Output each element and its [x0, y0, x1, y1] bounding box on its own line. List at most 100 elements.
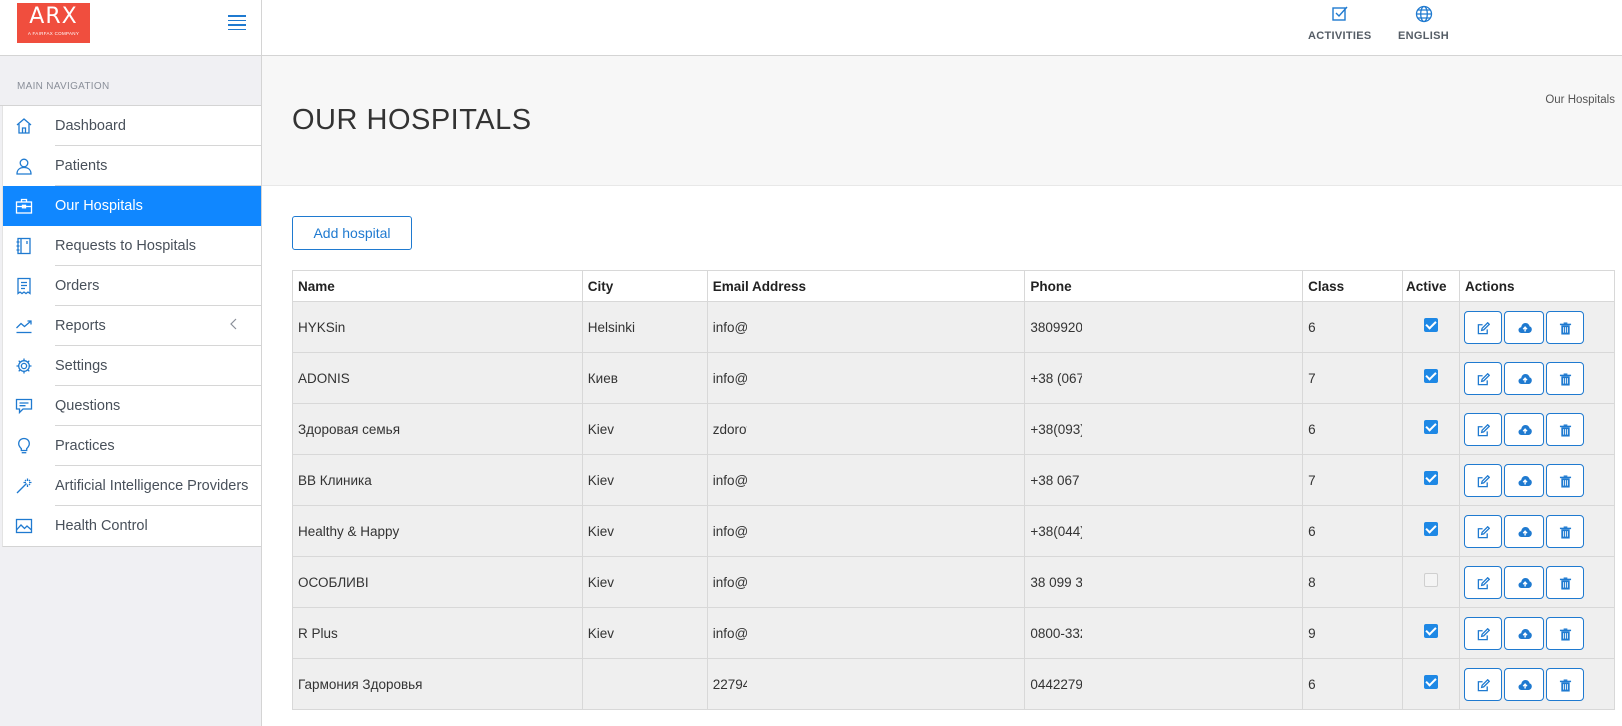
- cell-name: ADONIS: [292, 352, 583, 404]
- sidebar-item-questions[interactable]: Questions: [15, 386, 261, 426]
- cell-class: 8: [1302, 556, 1404, 608]
- table-row: Healthy & Happy Kiev info@h +38(044) 6: [292, 505, 1615, 557]
- column-header-phone[interactable]: Phone: [1024, 270, 1304, 302]
- cell-active: [1402, 301, 1460, 353]
- sidebar-item-label: Health Control: [55, 518, 148, 534]
- cell-email-text: info@r: [712, 625, 747, 641]
- column-header-city[interactable]: City: [581, 270, 708, 302]
- cell-phone-text: +38(093): [1030, 421, 1083, 437]
- upload-button[interactable]: [1504, 565, 1544, 599]
- cell-email: info@a: [706, 352, 1026, 404]
- nav-header: MAIN NAVIGATION: [0, 56, 261, 106]
- sidebar: ARX A FAIRFAX COMPANY MAIN NAVIGATION Da…: [0, 0, 262, 726]
- hamburger-menu-icon[interactable]: [228, 15, 246, 30]
- add-hospital-button[interactable]: Add hospital: [292, 216, 412, 250]
- sidebar-item-practices[interactable]: Practices: [18, 426, 261, 466]
- brand-logo[interactable]: ARX A FAIRFAX COMPANY: [17, 3, 90, 43]
- lightbulb-icon: [15, 437, 33, 455]
- delete-button[interactable]: [1546, 412, 1584, 446]
- cell-email: 22794: [706, 658, 1026, 710]
- sidebar-item-label: Patients: [55, 157, 108, 174]
- sidebar-item-orders[interactable]: Orders: [17, 266, 261, 306]
- active-checkbox[interactable]: [1424, 521, 1438, 536]
- edit-button[interactable]: [1464, 514, 1502, 548]
- edit-button[interactable]: [1464, 310, 1502, 344]
- cell-city-text: Kiev: [587, 625, 615, 641]
- cell-email-text: zdorov: [712, 421, 747, 437]
- cell-class: 6: [1302, 301, 1404, 353]
- cell-actions: [1459, 505, 1615, 557]
- active-checkbox[interactable]: [1424, 572, 1438, 587]
- cell-phone-text: +38 067 4: [1030, 472, 1082, 488]
- delete-button[interactable]: [1546, 616, 1584, 650]
- globe-icon: [1415, 5, 1433, 23]
- column-header-name[interactable]: Name: [292, 270, 583, 302]
- edit-button[interactable]: [1464, 667, 1502, 701]
- activities-button[interactable]: ACTIVITIES: [1308, 5, 1372, 42]
- edit-button[interactable]: [1464, 463, 1502, 497]
- table-row: R Plus Kiev info@r 0800-332 9: [292, 607, 1615, 659]
- cell-class-text: 7: [1308, 472, 1316, 488]
- active-checkbox[interactable]: [1424, 623, 1438, 638]
- cell-city-text: Киев: [587, 370, 618, 386]
- cell-phone-text: +38(044): [1030, 523, 1083, 539]
- cell-email-text: info@o: [712, 574, 747, 590]
- upload-button[interactable]: [1504, 361, 1544, 395]
- cell-active: [1402, 556, 1460, 608]
- active-checkbox[interactable]: [1424, 317, 1438, 332]
- sidebar-item-settings[interactable]: Settings: [16, 346, 261, 386]
- upload-button[interactable]: [1504, 310, 1544, 344]
- column-header-email[interactable]: Email Address: [706, 270, 1026, 302]
- cell-class: 6: [1302, 403, 1404, 455]
- sidebar-item-dashboard[interactable]: Dashboard: [16, 106, 261, 146]
- cell-name-text: Healthy & Happy: [298, 523, 400, 539]
- cell-actions: [1459, 301, 1615, 353]
- delete-button[interactable]: [1546, 514, 1584, 548]
- edit-button[interactable]: [1464, 565, 1502, 599]
- breadcrumb[interactable]: Our Hospitals: [1545, 94, 1615, 106]
- activities-label: ACTIVITIES: [1308, 30, 1372, 42]
- upload-button[interactable]: [1504, 514, 1544, 548]
- delete-button[interactable]: [1546, 361, 1584, 395]
- edit-button[interactable]: [1464, 412, 1502, 446]
- cell-phone-text: 04422794: [1030, 676, 1083, 692]
- home-icon: [15, 117, 33, 135]
- delete-button[interactable]: [1546, 565, 1584, 599]
- cell-class: 6: [1302, 658, 1404, 710]
- cell-actions: [1459, 607, 1615, 659]
- image-chart-icon: [15, 517, 33, 535]
- column-header-class[interactable]: Class: [1302, 270, 1404, 302]
- cell-city: Kiev: [581, 505, 708, 557]
- upload-button[interactable]: [1504, 463, 1544, 497]
- upload-button[interactable]: [1504, 412, 1544, 446]
- column-header-actions: Actions: [1459, 270, 1615, 302]
- sidebar-item-requests-to-hospitals[interactable]: Requests to Hospitals: [16, 226, 261, 266]
- sidebar-item-artificial-intelligence-providers[interactable]: Artificial Intelligence Providers: [16, 466, 261, 506]
- cell-phone: +38 (067: [1024, 352, 1304, 404]
- cell-name: Healthy & Happy: [292, 505, 583, 557]
- sidebar-item-reports[interactable]: Reports: [16, 306, 261, 346]
- edit-button[interactable]: [1464, 616, 1502, 650]
- cell-name-text: Гармония Здоровья: [298, 676, 423, 692]
- sidebar-item-health-control[interactable]: Health Control: [15, 506, 261, 546]
- cell-phone: 0800-332: [1024, 607, 1304, 659]
- active-checkbox[interactable]: [1424, 470, 1438, 485]
- cell-city: Kiev: [581, 556, 708, 608]
- active-checkbox[interactable]: [1424, 368, 1438, 383]
- language-button[interactable]: ENGLISH: [1398, 5, 1449, 42]
- upload-button[interactable]: [1504, 667, 1544, 701]
- active-checkbox[interactable]: [1424, 419, 1438, 434]
- upload-button[interactable]: [1504, 616, 1544, 650]
- main-navigation: Dashboard Patients Our Hospitals Requests t…: [2, 106, 261, 547]
- sidebar-item-patients[interactable]: Patients: [16, 146, 261, 186]
- delete-button[interactable]: [1546, 667, 1584, 701]
- delete-button[interactable]: [1546, 310, 1584, 344]
- column-header-active[interactable]: Active: [1402, 270, 1460, 302]
- cell-email: zdorov: [706, 403, 1026, 455]
- delete-button[interactable]: [1546, 463, 1584, 497]
- sidebar-item-our-hospitals[interactable]: Our Hospitals: [3, 186, 261, 226]
- edit-button[interactable]: [1464, 361, 1502, 395]
- active-checkbox[interactable]: [1424, 674, 1438, 689]
- cell-active: [1402, 352, 1460, 404]
- table-row: HYKSin Helsinki info@l 38099200 6: [292, 301, 1615, 353]
